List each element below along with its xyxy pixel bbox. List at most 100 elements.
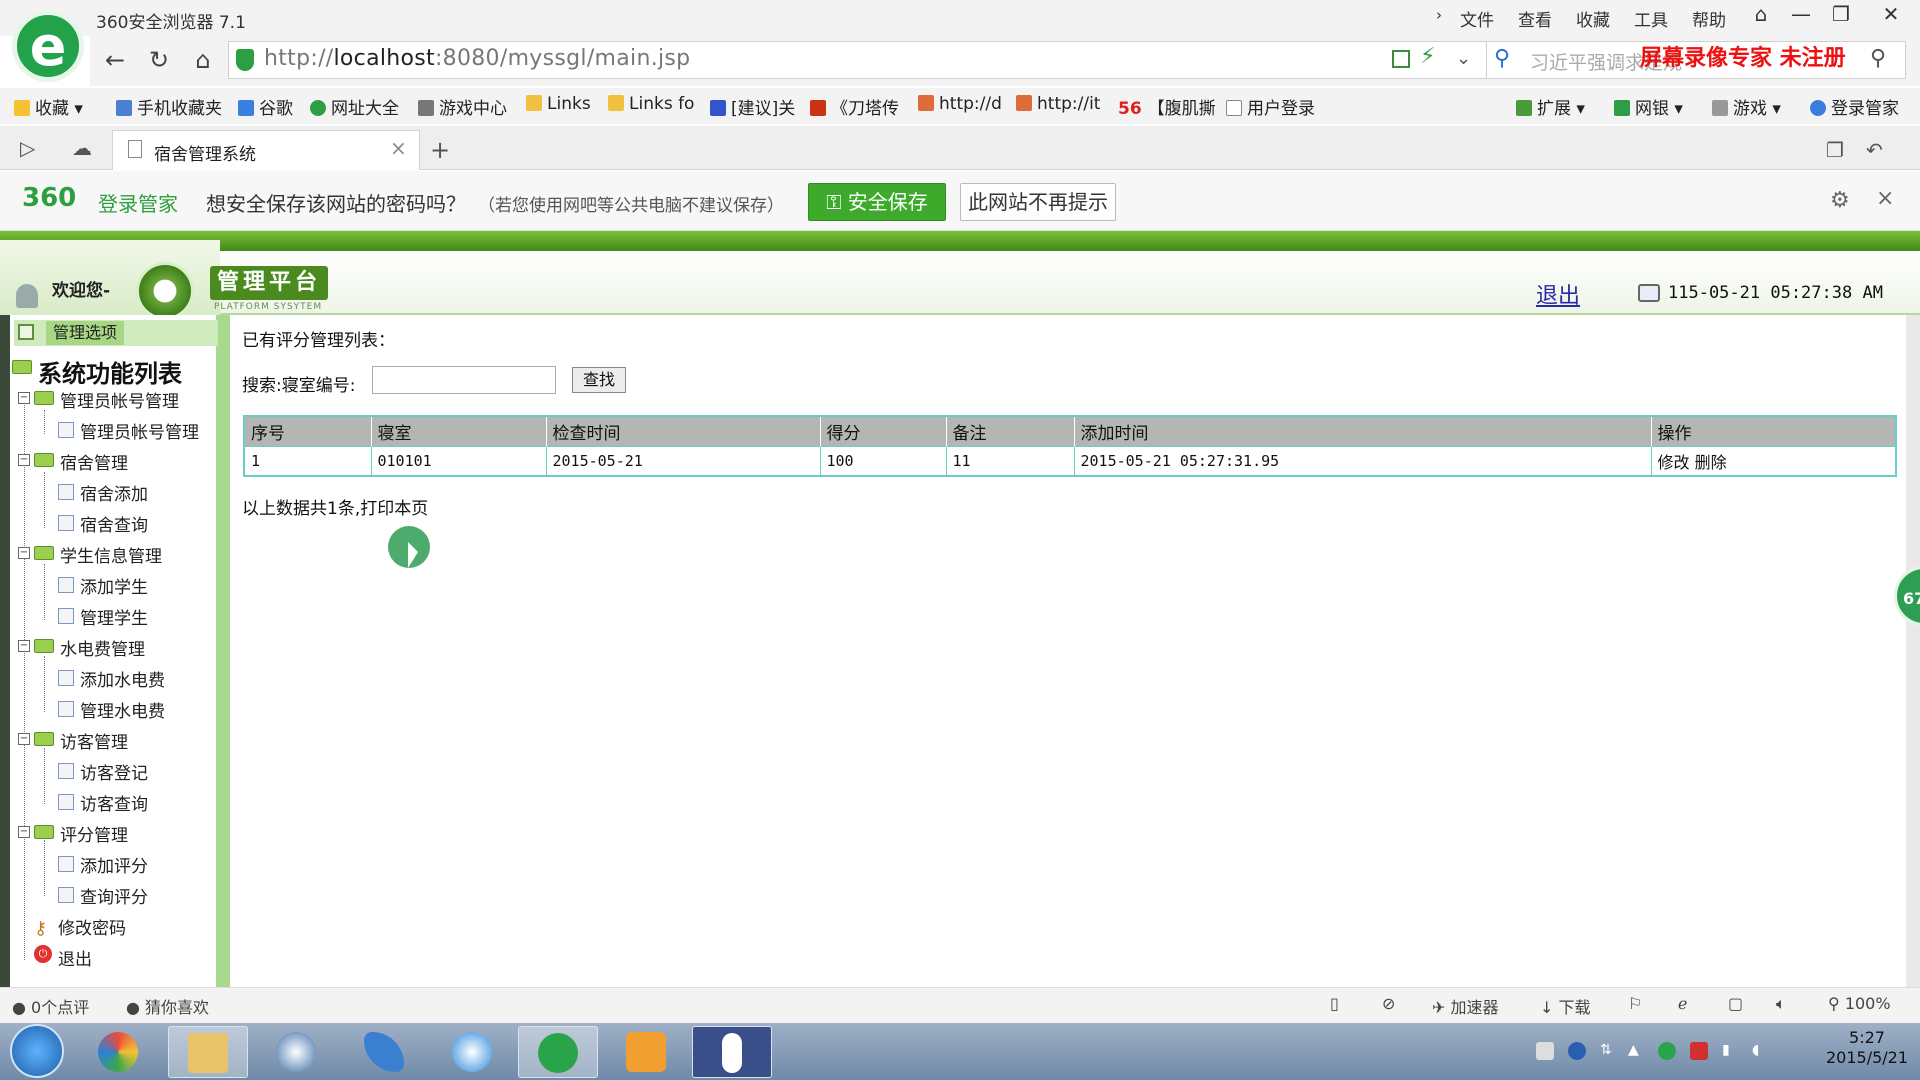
- tab-close-icon[interactable]: ×: [390, 136, 407, 160]
- tree-item-manage-utility[interactable]: 管理水电费: [80, 697, 165, 722]
- password-bar-close-icon[interactable]: ×: [1876, 186, 1894, 211]
- tree-item-logout[interactable]: 退出: [58, 945, 92, 970]
- bookmark-abs[interactable]: 56 【腹肌撕: [1118, 94, 1216, 119]
- bookmark-game-center[interactable]: 游戏中心: [418, 94, 507, 119]
- volume-icon[interactable]: 🔈︎: [1776, 994, 1786, 1014]
- tree-item-add-student[interactable]: 添加学生: [80, 573, 148, 598]
- tree-expander[interactable]: −: [18, 547, 30, 559]
- edit-link[interactable]: 修改: [1658, 453, 1690, 472]
- tree-category-visitors[interactable]: 访客管理: [60, 728, 128, 753]
- tray-clock[interactable]: 5:27 2015/5/21: [1822, 1028, 1912, 1068]
- tree-item-add-utility[interactable]: 添加水电费: [80, 666, 165, 691]
- tree-expander[interactable]: −: [18, 454, 30, 466]
- maximize-icon[interactable]: ❐: [1824, 2, 1858, 26]
- skin-icon[interactable]: ⌂: [1744, 2, 1778, 26]
- flag-icon[interactable]: ⚐: [1628, 994, 1642, 1013]
- ie-icon[interactable]: ℯ: [1678, 994, 1687, 1013]
- home-icon[interactable]: ⌂: [188, 46, 218, 74]
- flag-icon[interactable]: [1690, 1042, 1708, 1060]
- taskbar-explorer[interactable]: [168, 1026, 248, 1078]
- bookmark-site-directory[interactable]: 网址大全: [310, 94, 399, 119]
- zoom-level[interactable]: ⚲ 100%: [1828, 994, 1891, 1013]
- menu-favorites[interactable]: 收藏: [1576, 6, 1610, 31]
- undo-icon[interactable]: ↶: [1866, 138, 1883, 162]
- minimize-icon[interactable]: —: [1784, 2, 1818, 26]
- browser-logo-icon[interactable]: e: [12, 10, 84, 82]
- tree-item-manage-student[interactable]: 管理学生: [80, 604, 148, 629]
- url-text[interactable]: http://localhost:8080/myssgl/main.jsp: [264, 46, 690, 71]
- tree-item-register-visitor[interactable]: 访客登记: [80, 759, 148, 784]
- mute-icon[interactable]: ⊘: [1382, 994, 1395, 1013]
- bookmark-mobile[interactable]: 手机收藏夹: [116, 94, 222, 119]
- accelerator-button[interactable]: ✈ 加速器: [1432, 994, 1499, 1018]
- refresh-icon[interactable]: ↻: [144, 46, 174, 74]
- network-icon[interactable]: ⇅: [1600, 1042, 1618, 1060]
- bookmark-links-fo[interactable]: Links fo: [608, 94, 694, 114]
- comments-status[interactable]: ● 0个点评: [12, 994, 89, 1018]
- window-icon[interactable]: ▢: [1728, 994, 1743, 1013]
- back-arrow-icon[interactable]: ←: [100, 46, 130, 74]
- chevron-down-icon[interactable]: ⌄: [1456, 48, 1471, 69]
- tree-expander[interactable]: −: [18, 640, 30, 652]
- room-number-input[interactable]: [372, 366, 556, 394]
- tree-expander[interactable]: −: [18, 733, 30, 745]
- search-button[interactable]: 查找: [572, 367, 626, 393]
- bookmark-links[interactable]: Links: [526, 94, 591, 114]
- bookmark-user-login[interactable]: 用户登录: [1226, 94, 1315, 119]
- menu-tools[interactable]: 工具: [1634, 6, 1668, 31]
- tree-expander[interactable]: −: [18, 392, 30, 404]
- new-tab-button[interactable]: +: [430, 136, 450, 164]
- restore-tabs-icon[interactable]: ❐: [1826, 138, 1844, 162]
- tree-item-query-score[interactable]: 查询评分: [80, 883, 148, 908]
- tree-item-add-dorm[interactable]: 宿舍添加: [80, 480, 148, 505]
- taskbar-app-chat[interactable]: [432, 1026, 512, 1078]
- extensions-button[interactable]: 扩展 ▾: [1516, 94, 1585, 119]
- bookmark-http-it[interactable]: http://it: [1016, 94, 1100, 114]
- search-engine-icon[interactable]: ⚲: [1494, 46, 1510, 71]
- taskbar-app-box[interactable]: [606, 1026, 686, 1078]
- cloud-icon[interactable]: ☁: [72, 136, 92, 160]
- start-button[interactable]: [10, 1024, 64, 1078]
- menu-view[interactable]: 查看: [1518, 6, 1552, 31]
- taskbar-screen-recorder[interactable]: [692, 1026, 772, 1078]
- taskbar-360-browser[interactable]: [518, 1026, 598, 1078]
- menu-file[interactable]: 文件: [1460, 6, 1494, 31]
- window-close-icon[interactable]: ✕: [1874, 2, 1908, 26]
- tree-item-add-score[interactable]: 添加评分: [80, 852, 148, 877]
- safe-save-button[interactable]: ⚿ 安全保存: [808, 183, 946, 221]
- online-banking-button[interactable]: 网银 ▾: [1614, 94, 1683, 119]
- lightning-icon[interactable]: ⚡: [1420, 44, 1435, 69]
- taskbar-app-bird[interactable]: [344, 1026, 424, 1078]
- bookmark-http-d[interactable]: http://d: [918, 94, 1002, 114]
- delete-link[interactable]: 删除: [1695, 453, 1727, 472]
- qr-code-icon[interactable]: [1392, 50, 1410, 68]
- tree-item-change-password[interactable]: 修改密码: [58, 914, 126, 939]
- tree-category-dorm[interactable]: 宿舍管理: [60, 449, 128, 474]
- login-manager-button[interactable]: 登录管家: [1810, 94, 1899, 119]
- tree-item-admin-accounts[interactable]: 管理员帐号管理: [80, 418, 199, 443]
- search-icon[interactable]: ⚲: [1870, 46, 1886, 71]
- tree-category-admin-accounts[interactable]: 管理员帐号管理: [60, 387, 179, 412]
- tree-expander[interactable]: −: [18, 826, 30, 838]
- menu-help[interactable]: 帮助: [1692, 6, 1726, 31]
- mobile-icon[interactable]: ▯: [1330, 994, 1339, 1013]
- gear-icon[interactable]: ⚙: [1830, 188, 1850, 213]
- recommend-status[interactable]: ● 猜你喜欢: [126, 994, 209, 1018]
- bookmark-google[interactable]: 谷歌: [238, 94, 293, 119]
- signal-icon[interactable]: ▮: [1722, 1042, 1740, 1060]
- chevron-right-icon[interactable]: ›: [1436, 6, 1442, 24]
- download-button[interactable]: ↓ 下载: [1540, 994, 1591, 1018]
- tree-item-query-dorm[interactable]: 宿舍查询: [80, 511, 148, 536]
- bookmark-favorites[interactable]: 收藏 ▾: [14, 94, 83, 119]
- tree-category-utilities[interactable]: 水电费管理: [60, 635, 145, 660]
- volume-icon[interactable]: ◖: [1752, 1042, 1770, 1060]
- games-button[interactable]: 游戏 ▾: [1712, 94, 1781, 119]
- taskbar-app-ball[interactable]: [256, 1026, 336, 1078]
- bookmark-dota[interactable]: 《刀塔传: [810, 94, 899, 119]
- never-for-site-button[interactable]: 此网站不再提示: [960, 183, 1116, 221]
- security-icon[interactable]: [1658, 1042, 1676, 1060]
- logout-link[interactable]: 退出: [1536, 278, 1580, 310]
- sidebar-toggle-icon[interactable]: ▷: [20, 136, 35, 160]
- keyboard-icon[interactable]: [1536, 1042, 1554, 1060]
- tree-category-students[interactable]: 学生信息管理: [60, 542, 162, 567]
